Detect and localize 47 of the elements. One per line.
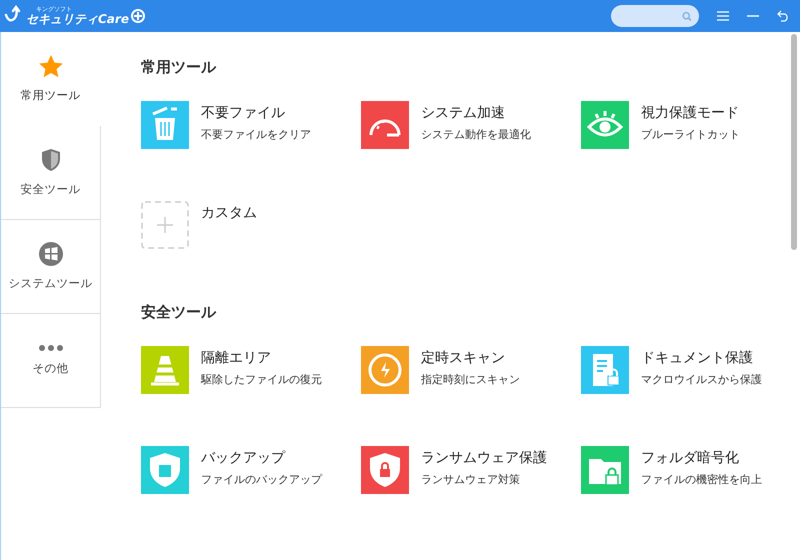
search-icon[interactable] [682,10,692,22]
tool-icon[interactable] [361,346,409,394]
add-tile-icon[interactable] [141,201,189,249]
sidebar-item[interactable]: システムツール [1,220,101,314]
tool-name[interactable]: システム加速 [421,104,531,122]
tool-name[interactable]: カスタム [201,204,257,222]
tool-icon[interactable] [581,101,629,149]
tool-name[interactable]: フォルダ暗号化 [641,449,762,467]
windows-logo-icon [38,242,62,266]
search-field[interactable] [611,5,699,27]
tool-icon[interactable] [361,446,409,494]
tool-description: ファイルの機密性を向上 [641,472,762,487]
menu-icon[interactable] [717,11,729,21]
logo-title: セキュリティCare [26,13,129,25]
section-title: 安全ツール [141,303,218,322]
sidebar-item[interactable]: その他 [1,314,101,408]
section-title: 常用ツール [141,58,218,77]
tool-icon[interactable] [581,446,629,494]
more-icon [38,345,62,351]
tool-icon[interactable] [141,346,189,394]
sidebar-item[interactable]: 常用ツール [1,32,101,126]
tool-name[interactable]: 定時スキャン [421,349,520,367]
plus-badge-icon [130,9,145,23]
tool-description: ファイルのバックアップ [201,472,322,487]
tool-icon[interactable] [361,101,409,149]
tool-icon[interactable] [141,101,189,149]
tool-description: 不要ファイルをクリア [201,127,311,142]
star-icon [38,54,62,78]
tool-name[interactable]: ドキュメント保護 [641,349,762,367]
back-arrow-icon[interactable] [777,10,790,22]
tool-description: システム動作を最適化 [421,127,531,142]
tool-description: 指定時刻にスキャン [421,372,520,387]
tool-name[interactable]: 視力保護モード [641,104,740,122]
tool-icon[interactable] [141,446,189,494]
tool-icon[interactable] [581,346,629,394]
tool-name[interactable]: 隔離エリア [201,349,322,367]
tool-description: ランサムウェア対策 [421,472,521,487]
shield-icon [40,148,62,172]
tool-description: マクロウイルスから保護 [641,372,762,387]
scrollbar-thumb[interactable] [791,34,797,250]
tool-name[interactable]: 不要ファイル [201,104,311,122]
minimize-icon[interactable] [747,15,759,17]
tool-name[interactable]: バックアップ [201,449,322,467]
tool-description: ブルーライトカット [641,127,740,142]
sidebar-item[interactable]: 安全ツール [1,126,101,220]
tool-name[interactable]: ランサムウェア保護 [421,449,547,467]
tool-description: 駆除したファイルの復元 [201,372,322,387]
